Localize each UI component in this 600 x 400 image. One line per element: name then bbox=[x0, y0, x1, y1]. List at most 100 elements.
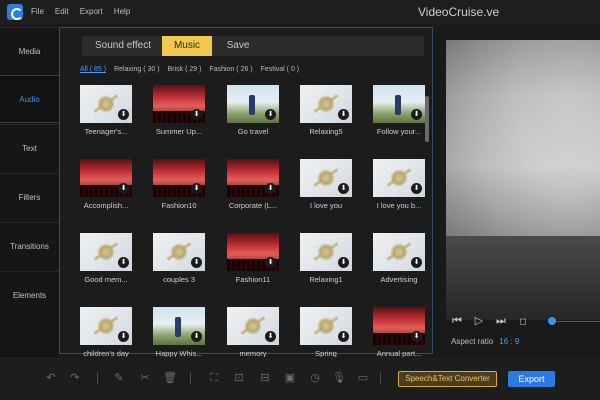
stop-icon[interactable]: ◻ bbox=[517, 315, 529, 327]
cut-icon[interactable]: ✂ bbox=[136, 369, 154, 387]
undo-icon[interactable]: ↶ bbox=[42, 369, 60, 387]
music-tile[interactable]: ⬇ Advertising bbox=[373, 233, 425, 284]
tab-music[interactable]: Music bbox=[162, 36, 212, 56]
sidebar-item-media[interactable]: Media bbox=[0, 27, 59, 75]
edit-pen-icon[interactable]: ✎ bbox=[110, 369, 128, 387]
music-tile[interactable]: ⬇ Relaxing1 bbox=[300, 233, 352, 284]
menu-export[interactable]: Export bbox=[80, 7, 103, 16]
download-icon[interactable]: ⬇ bbox=[338, 183, 349, 194]
screen-record-icon[interactable]: ▭ bbox=[354, 369, 372, 387]
music-thumbnail[interactable]: ⬇ bbox=[227, 307, 279, 345]
music-thumbnail[interactable]: ⬇ bbox=[227, 233, 279, 271]
download-icon[interactable]: ⬇ bbox=[118, 331, 129, 342]
music-tile[interactable]: ⬇ memory bbox=[227, 307, 279, 358]
music-thumbnail[interactable]: ⬇ bbox=[373, 233, 425, 271]
download-icon[interactable]: ⬇ bbox=[411, 183, 422, 194]
aspect-ratio-value[interactable]: 16 : 9 bbox=[499, 337, 519, 346]
sidebar-item-text[interactable]: Text bbox=[0, 124, 59, 172]
music-tile[interactable]: ⬇ Fashion10 bbox=[153, 159, 205, 210]
download-icon[interactable]: ⬇ bbox=[191, 183, 202, 194]
download-icon[interactable]: ⬇ bbox=[191, 109, 202, 120]
sidebar-item-filters[interactable]: Filters bbox=[0, 173, 59, 221]
step-forward-icon[interactable]: ⏭ bbox=[495, 315, 507, 327]
duration-icon[interactable]: ◷ bbox=[306, 369, 324, 387]
crop-icon[interactable]: ⛶ bbox=[205, 369, 223, 387]
mosaic-icon[interactable]: ⊡ bbox=[230, 369, 248, 387]
download-icon[interactable]: ⬇ bbox=[118, 109, 129, 120]
voiceover-mic-icon[interactable]: 🎙 bbox=[330, 369, 348, 387]
download-icon[interactable]: ⬇ bbox=[338, 109, 349, 120]
music-thumbnail[interactable]: ⬇ bbox=[300, 85, 352, 123]
delete-icon[interactable]: 🗑 bbox=[161, 369, 179, 387]
music-tile[interactable]: ⬇ Go travel bbox=[227, 85, 279, 136]
music-tile[interactable]: ⬇ Relaxing5 bbox=[300, 85, 352, 136]
step-back-icon[interactable]: ⏮ bbox=[451, 315, 463, 327]
music-thumbnail[interactable]: ⬇ bbox=[373, 159, 425, 197]
music-thumbnail[interactable]: ⬇ bbox=[373, 307, 425, 345]
music-thumbnail[interactable]: ⬇ bbox=[300, 159, 352, 197]
filter-relaxing[interactable]: Relaxing ( 30 ) bbox=[114, 66, 160, 73]
download-icon[interactable]: ⬇ bbox=[265, 331, 276, 342]
music-tile[interactable]: ⬇ Accomplish... bbox=[80, 159, 132, 210]
library-scrollbar[interactable] bbox=[425, 88, 429, 348]
filter-festival[interactable]: Festival ( 0 ) bbox=[261, 66, 300, 73]
menu-edit[interactable]: Edit bbox=[55, 7, 69, 16]
music-thumbnail[interactable]: ⬇ bbox=[300, 233, 352, 271]
filter-brisk[interactable]: Brisk ( 29 ) bbox=[168, 66, 202, 73]
sidebar-item-transitions[interactable]: Transitions bbox=[0, 222, 59, 270]
download-icon[interactable]: ⬇ bbox=[411, 257, 422, 268]
scrollbar-thumb[interactable] bbox=[425, 96, 429, 142]
download-icon[interactable]: ⬇ bbox=[411, 109, 422, 120]
sidebar-item-audio[interactable]: Audio bbox=[0, 75, 59, 123]
music-thumbnail[interactable]: ⬇ bbox=[373, 85, 425, 123]
export-button[interactable]: Export bbox=[508, 371, 555, 387]
download-icon[interactable]: ⬇ bbox=[118, 257, 129, 268]
filter-fashion[interactable]: Fashion ( 26 ) bbox=[209, 66, 252, 73]
download-icon[interactable]: ⬇ bbox=[191, 331, 202, 342]
music-tile[interactable]: ⬇ Corporate (L... bbox=[227, 159, 279, 210]
menu-help[interactable]: Help bbox=[114, 7, 130, 16]
music-tile[interactable]: ⬇ Teenager's... bbox=[80, 85, 132, 136]
music-thumbnail[interactable]: ⬇ bbox=[153, 159, 205, 197]
tab-sound-effect[interactable]: Sound effect bbox=[88, 36, 158, 56]
music-thumbnail[interactable]: ⬇ bbox=[227, 159, 279, 197]
music-thumbnail[interactable]: ⬇ bbox=[80, 85, 132, 123]
music-thumbnail[interactable]: ⬇ bbox=[153, 85, 205, 123]
music-tile[interactable]: ⬇ Fashion11 bbox=[227, 233, 279, 284]
music-tile[interactable]: ⬇ children's day bbox=[80, 307, 132, 358]
music-tile[interactable]: ⬇ Spring bbox=[300, 307, 352, 358]
music-tile[interactable]: ⬇ Good mem... bbox=[80, 233, 132, 284]
music-thumbnail[interactable]: ⬇ bbox=[153, 233, 205, 271]
sidebar-item-elements[interactable]: Elements bbox=[0, 271, 59, 319]
download-icon[interactable]: ⬇ bbox=[118, 183, 129, 194]
download-icon[interactable]: ⬇ bbox=[265, 109, 276, 120]
music-tile[interactable]: ⬇ Summer Up... bbox=[153, 85, 205, 136]
music-tile[interactable]: ⬇ Annual part... bbox=[373, 307, 425, 358]
redo-icon[interactable]: ↷ bbox=[66, 369, 84, 387]
music-tile[interactable]: ⬇ I love you bbox=[300, 159, 352, 210]
menu-file[interactable]: File bbox=[31, 7, 44, 16]
music-tile[interactable]: ⬇ I love you b... bbox=[373, 159, 425, 210]
music-thumbnail[interactable]: ⬇ bbox=[80, 307, 132, 345]
music-tile[interactable]: ⬇ Happy Whis... bbox=[153, 307, 205, 358]
progress-knob[interactable] bbox=[548, 317, 556, 325]
music-thumbnail[interactable]: ⬇ bbox=[300, 307, 352, 345]
filter-all[interactable]: All ( 85 ) bbox=[80, 66, 106, 73]
download-icon[interactable]: ⬇ bbox=[265, 257, 276, 268]
freeze-frame-icon[interactable]: ⊟ bbox=[256, 369, 274, 387]
download-icon[interactable]: ⬇ bbox=[191, 257, 202, 268]
download-icon[interactable]: ⬇ bbox=[338, 257, 349, 268]
music-thumbnail[interactable]: ⬇ bbox=[227, 85, 279, 123]
video-preview[interactable] bbox=[446, 40, 600, 320]
image-icon[interactable]: ▣ bbox=[281, 369, 299, 387]
download-icon[interactable]: ⬇ bbox=[265, 183, 276, 194]
speech-text-converter-button[interactable]: Speech&Text Converter bbox=[398, 371, 497, 387]
play-icon[interactable]: ▷ bbox=[473, 315, 485, 327]
download-icon[interactable]: ⬇ bbox=[338, 331, 349, 342]
music-thumbnail[interactable]: ⬇ bbox=[80, 233, 132, 271]
download-icon[interactable]: ⬇ bbox=[411, 331, 422, 342]
music-tile[interactable]: ⬇ couples 3 bbox=[153, 233, 205, 284]
music-tile[interactable]: ⬇ Follow your... bbox=[373, 85, 425, 136]
music-thumbnail[interactable]: ⬇ bbox=[153, 307, 205, 345]
tab-save[interactable]: Save bbox=[218, 36, 258, 56]
